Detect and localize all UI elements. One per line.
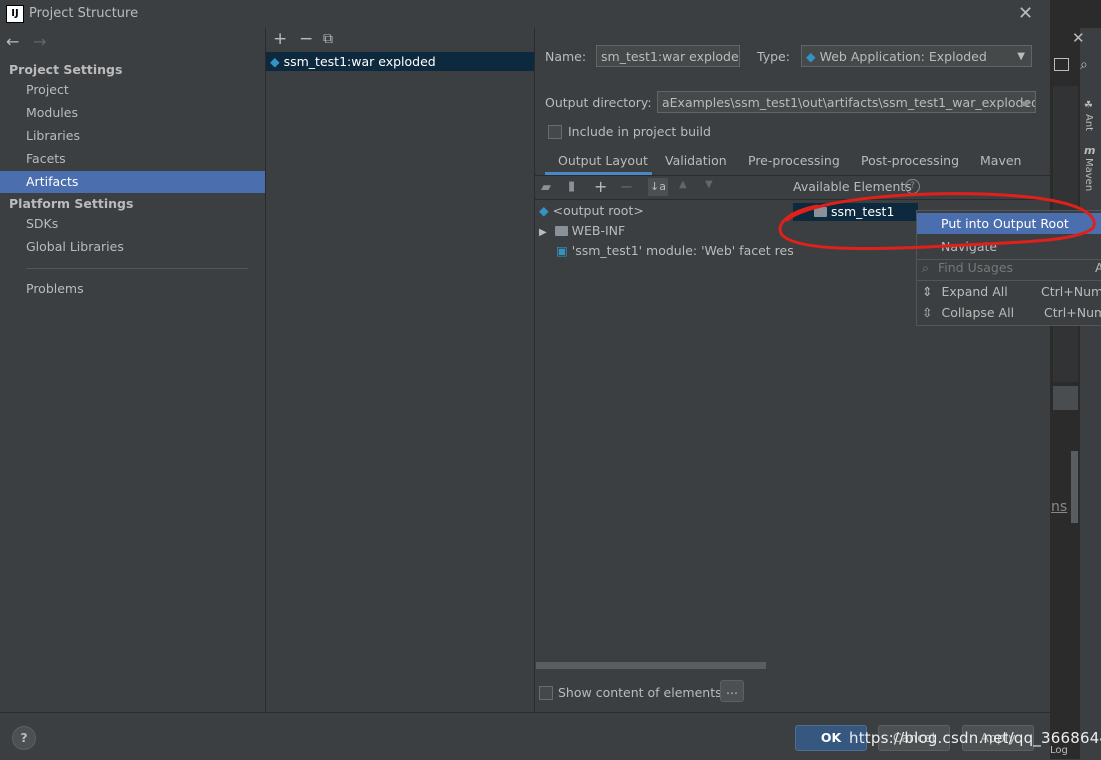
create-archive-icon[interactable]: ▮ — [568, 179, 575, 194]
nav-item-sdks[interactable]: SDKs — [0, 213, 265, 235]
intellij-logo-icon: IJ — [6, 5, 24, 23]
collapse-all-icon: ⇳ — [922, 305, 933, 320]
artifact-list-item[interactable]: ◆ ssm_test1:war exploded — [266, 52, 534, 71]
module-folder-icon — [814, 207, 827, 217]
available-elements-label: Available Elements — [793, 179, 912, 194]
type-select-value: Web Application: Exploded — [819, 49, 987, 64]
artifact-item-label: ssm_test1:war exploded — [283, 54, 436, 69]
add-element-icon[interactable]: + — [594, 177, 607, 196]
output-directory-label: Output directory: — [545, 95, 652, 110]
output-directory-field[interactable]: aExamples\ssm_test1\out\artifacts\ssm_te… — [657, 91, 1036, 113]
show-content-options-button[interactable]: ... — [720, 680, 744, 702]
include-build-label: Include in project build — [568, 124, 711, 139]
ide-highlight-row — [1053, 386, 1078, 410]
copy-artifact-icon[interactable]: ⧉ — [323, 31, 333, 47]
web-artifact-icon: ◆ — [270, 54, 280, 69]
move-up-icon[interactable]: ▲ — [679, 179, 687, 190]
nav-item-facets[interactable]: Facets — [0, 148, 265, 170]
tree-node-label: 'ssm_test1' module: 'Web' facet resou — [571, 243, 793, 258]
menu-item-expand-all[interactable]: ⇕ Expand All Ctrl+NumP — [917, 281, 1101, 302]
tab-pre-processing[interactable]: Pre-processing — [748, 153, 840, 168]
type-label: Type: — [757, 49, 790, 64]
nav-item-libraries[interactable]: Libraries — [0, 125, 265, 147]
available-element-ssm-test1[interactable]: ssm_test1 — [793, 203, 918, 221]
tab-post-processing[interactable]: Post-processing — [861, 153, 959, 168]
tree-node-label: WEB-INF — [571, 223, 626, 238]
expand-all-icon: ⇕ — [922, 284, 933, 299]
artifacts-list-panel: + − ⧉ ◆ ssm_test1:war exploded — [266, 28, 535, 712]
menu-item-navigate[interactable]: Navigate — [917, 236, 1101, 257]
expand-arrow-icon[interactable]: ▶ — [539, 227, 547, 238]
nav-item-artifacts[interactable]: Artifacts — [0, 171, 265, 193]
back-arrow-icon[interactable]: ← — [6, 32, 19, 51]
find-usages-icon: ⌕ — [922, 260, 930, 275]
ant-tool-label[interactable]: Ant — [1083, 114, 1094, 131]
name-field[interactable]: sm_test1:war exploded — [596, 45, 740, 67]
add-artifact-icon[interactable]: + — [273, 29, 287, 49]
maven-tool-label[interactable]: Maven — [1083, 158, 1094, 191]
tree-node-web-inf[interactable]: ▶ WEB-INF — [539, 223, 625, 238]
remove-element-icon[interactable]: − — [620, 177, 633, 196]
chevron-down-icon: ▼ — [1017, 51, 1025, 62]
remove-artifact-icon[interactable]: − — [299, 29, 313, 49]
show-content-checkbox[interactable] — [539, 686, 553, 700]
nav-item-problems[interactable]: Problems — [0, 278, 265, 300]
tree-node-web-facet[interactable]: ▣ 'ssm_test1' module: 'Web' facet resou — [556, 243, 793, 258]
nav-item-global-libraries[interactable]: Global Libraries — [0, 236, 265, 258]
ide-tool-strip: ☘ Ant m Maven — [1080, 28, 1101, 759]
ide-search-icon[interactable]: ⌕ — [1080, 57, 1088, 73]
csdn-watermark: https://blog.csdn.net/qq_36686441 — [849, 729, 1101, 747]
type-select[interactable]: ◆ Web Application: Exploded ▼ — [801, 45, 1032, 67]
ide-text-fragment: ns — [1051, 499, 1068, 515]
nav-item-modules[interactable]: Modules — [0, 102, 265, 124]
tree-node-label: <output root> — [552, 203, 644, 218]
show-content-label: Show content of elements — [558, 685, 722, 700]
nav-item-project[interactable]: Project — [0, 79, 265, 101]
settings-nav-panel: ← → Project Settings Project Modules Lib… — [0, 28, 266, 712]
maven-icon: m — [1084, 144, 1096, 157]
folder-icon — [554, 226, 568, 236]
menu-item-put-into-output-root[interactable]: Put into Output Root — [917, 213, 1101, 234]
window-title: Project Structure — [29, 6, 139, 21]
forward-arrow-icon[interactable]: → — [33, 32, 46, 51]
menu-item-collapse-all[interactable]: ⇳ Collapse All Ctrl+Num — [917, 302, 1101, 323]
tab-output-layout[interactable]: Output Layout — [558, 153, 648, 168]
include-build-checkbox[interactable] — [548, 125, 562, 139]
ide-close-icon[interactable]: ✕ — [1072, 29, 1085, 47]
web-app-icon: ◆ — [806, 49, 816, 64]
tree-node-output-root[interactable]: ◆ <output root> — [539, 203, 644, 218]
nav-divider — [26, 268, 248, 269]
title-bar: IJ Project Structure ✕ — [0, 0, 1050, 28]
horizontal-scrollbar[interactable] — [536, 662, 766, 669]
name-label: Name: — [545, 49, 587, 64]
sort-elements-icon[interactable]: ↓a — [648, 178, 668, 196]
close-icon[interactable]: ✕ — [1018, 3, 1033, 24]
browse-folder-icon[interactable]: ▰ — [1020, 92, 1030, 112]
menu-item-find-usages[interactable]: ⌕ Find Usages A — [917, 257, 1101, 278]
create-directory-icon[interactable]: ▰ — [541, 180, 551, 195]
ant-icon: ☘ — [1084, 100, 1093, 111]
web-facet-icon: ▣ — [556, 243, 568, 258]
ide-window-icon — [1054, 58, 1069, 71]
context-menu: Put into Output Root Navigate ⌕ Find Usa… — [916, 210, 1101, 326]
help-icon[interactable]: ? — [905, 179, 920, 194]
output-directory-value: aExamples\ssm_test1\out\artifacts\ssm_te… — [662, 95, 1036, 110]
output-root-icon: ◆ — [539, 203, 549, 218]
artifact-details-panel: Name: sm_test1:war exploded Type: ◆ Web … — [535, 28, 1050, 712]
move-down-icon[interactable]: ▼ — [705, 179, 713, 190]
project-settings-header: Project Settings — [9, 62, 123, 77]
ide-scrollbar[interactable] — [1071, 451, 1078, 523]
tab-validation[interactable]: Validation — [665, 153, 727, 168]
help-button[interactable]: ? — [12, 726, 36, 750]
available-element-label: ssm_test1 — [830, 204, 895, 219]
platform-settings-header: Platform Settings — [9, 196, 134, 211]
tab-maven[interactable]: Maven — [980, 153, 1021, 168]
